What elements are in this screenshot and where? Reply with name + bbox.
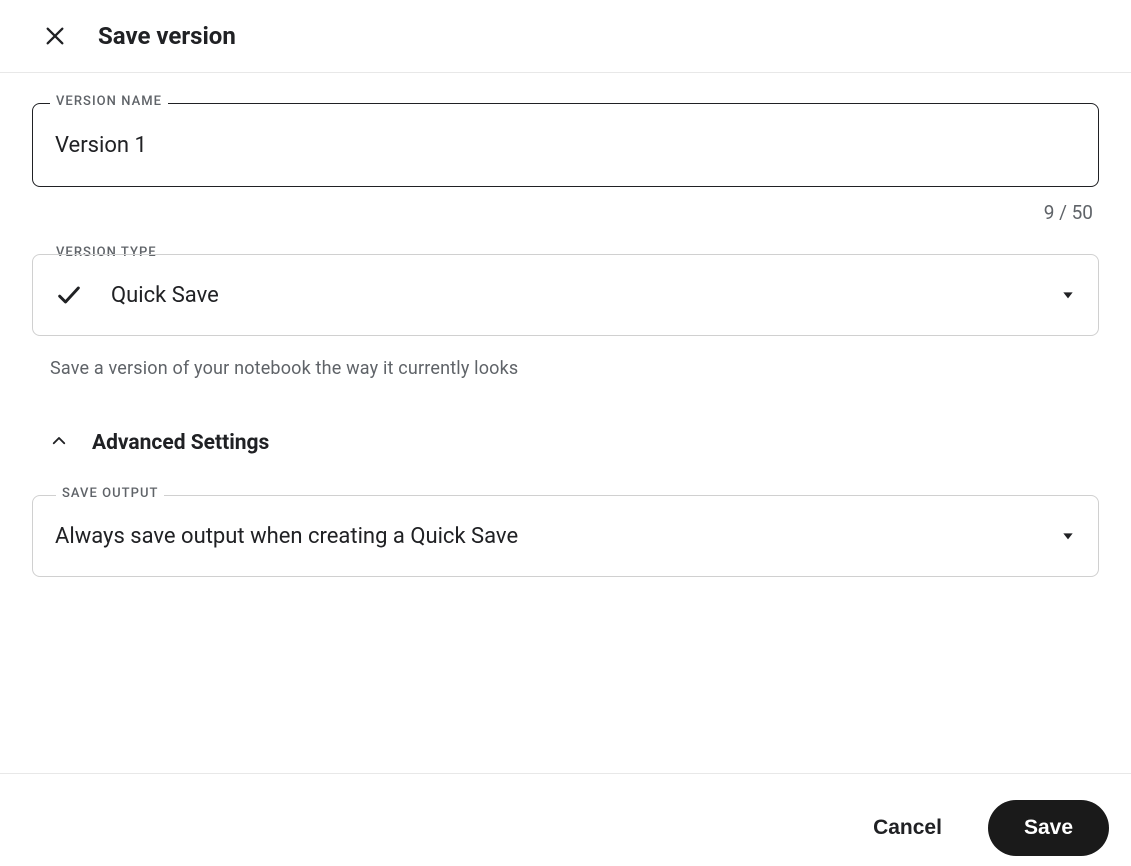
version-type-helper: Save a version of your notebook the way … bbox=[32, 358, 1099, 379]
close-icon bbox=[44, 25, 66, 47]
caret-down-icon bbox=[1060, 287, 1076, 303]
save-output-group: SAVE OUTPUT Always save output when crea… bbox=[32, 495, 1099, 577]
close-button[interactable] bbox=[44, 25, 66, 47]
advanced-settings-toggle[interactable]: Advanced Settings bbox=[32, 431, 1099, 455]
dialog-content: VERSION NAME 9 / 50 VERSION TYPE Quick S… bbox=[0, 73, 1131, 773]
version-type-group: VERSION TYPE Quick Save bbox=[32, 254, 1099, 336]
caret-down-icon bbox=[1060, 528, 1076, 544]
dialog-title: Save version bbox=[98, 22, 236, 50]
version-name-label: VERSION NAME bbox=[50, 94, 168, 109]
version-type-selected: Quick Save bbox=[111, 283, 1032, 308]
version-name-input[interactable] bbox=[32, 103, 1099, 187]
save-output-select[interactable]: Always save output when creating a Quick… bbox=[32, 495, 1099, 577]
dialog-header: Save version bbox=[0, 0, 1131, 73]
advanced-settings-title: Advanced Settings bbox=[92, 431, 269, 455]
chevron-up-icon bbox=[50, 432, 68, 454]
check-icon bbox=[55, 281, 83, 309]
version-type-select[interactable]: Quick Save bbox=[32, 254, 1099, 336]
char-count: 9 / 50 bbox=[32, 201, 1099, 224]
version-name-group: VERSION NAME bbox=[32, 103, 1099, 187]
dialog-footer: Cancel Save bbox=[0, 773, 1131, 866]
save-button[interactable]: Save bbox=[988, 800, 1109, 856]
save-output-label: SAVE OUTPUT bbox=[56, 486, 164, 501]
save-output-selected: Always save output when creating a Quick… bbox=[55, 524, 1040, 549]
cancel-button[interactable]: Cancel bbox=[867, 802, 948, 854]
